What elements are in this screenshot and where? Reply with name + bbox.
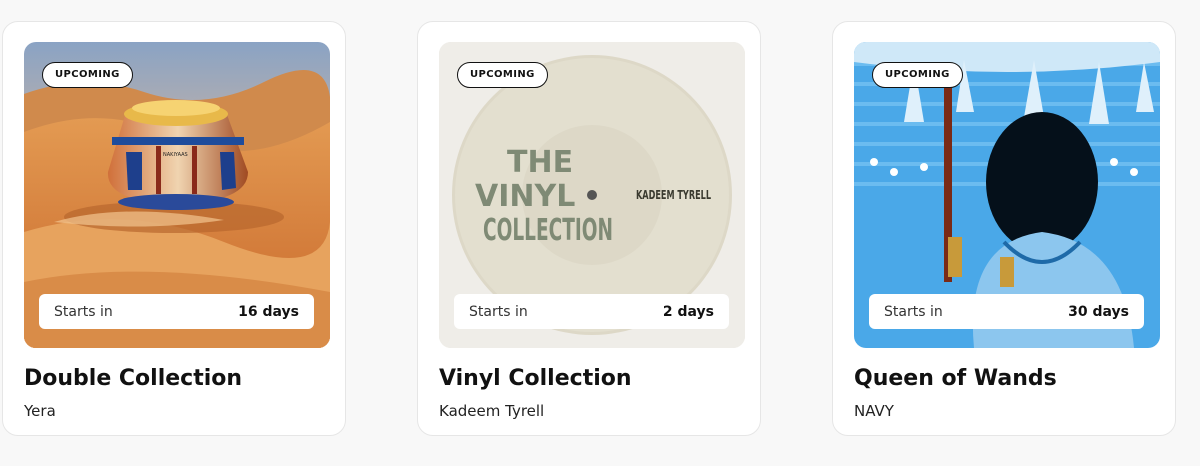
timer-value: 2 days	[662, 303, 714, 320]
upcoming-badge: UPCOMING	[457, 62, 548, 88]
countdown-timer: Starts in 16 days	[39, 294, 314, 329]
card-creator[interactable]: NAVY	[854, 402, 894, 420]
card-title[interactable]: Vinyl Collection	[439, 366, 632, 391]
timer-label: Starts in	[469, 303, 528, 320]
timer-value: 30 days	[1068, 303, 1129, 320]
countdown-timer: Starts in 2 days	[454, 294, 729, 329]
record-title-line-1: THE	[507, 145, 573, 180]
countdown-timer: Starts in 30 days	[869, 294, 1144, 329]
timer-label: Starts in	[54, 303, 113, 320]
timer-value: 16 days	[238, 303, 299, 320]
artwork-image[interactable]: NAKIYAAS UPCOMING Starts in 16 days	[24, 42, 330, 348]
nft-card-vinyl-collection[interactable]: THE VINYL COLLECTION KADEEM TYRELL UPCOM…	[417, 21, 761, 436]
upcoming-badge: UPCOMING	[872, 62, 963, 88]
nft-card-queen-of-wands[interactable]: UPCOMING Starts in 30 days Queen of Wand…	[832, 21, 1176, 436]
card-title[interactable]: Queen of Wands	[854, 366, 1057, 391]
card-creator[interactable]: Yera	[24, 402, 56, 420]
artwork-image[interactable]: THE VINYL COLLECTION KADEEM TYRELL UPCOM…	[439, 42, 745, 348]
record-title-line-3: COLLECTION	[483, 213, 613, 248]
nft-card-double-collection[interactable]: NAKIYAAS UPCOMING Starts in 16 days Doub…	[2, 21, 346, 436]
timer-label: Starts in	[884, 303, 943, 320]
ship-hull-lettering: NAKIYAAS	[163, 152, 188, 158]
upcoming-badge: UPCOMING	[42, 62, 133, 88]
card-title[interactable]: Double Collection	[24, 366, 242, 391]
card-creator[interactable]: Kadeem Tyrell	[439, 402, 544, 420]
artwork-image[interactable]: UPCOMING Starts in 30 days	[854, 42, 1160, 348]
record-title-line-2: VINYL	[475, 179, 575, 214]
record-artist-label: KADEEM TYRELL	[636, 188, 711, 202]
